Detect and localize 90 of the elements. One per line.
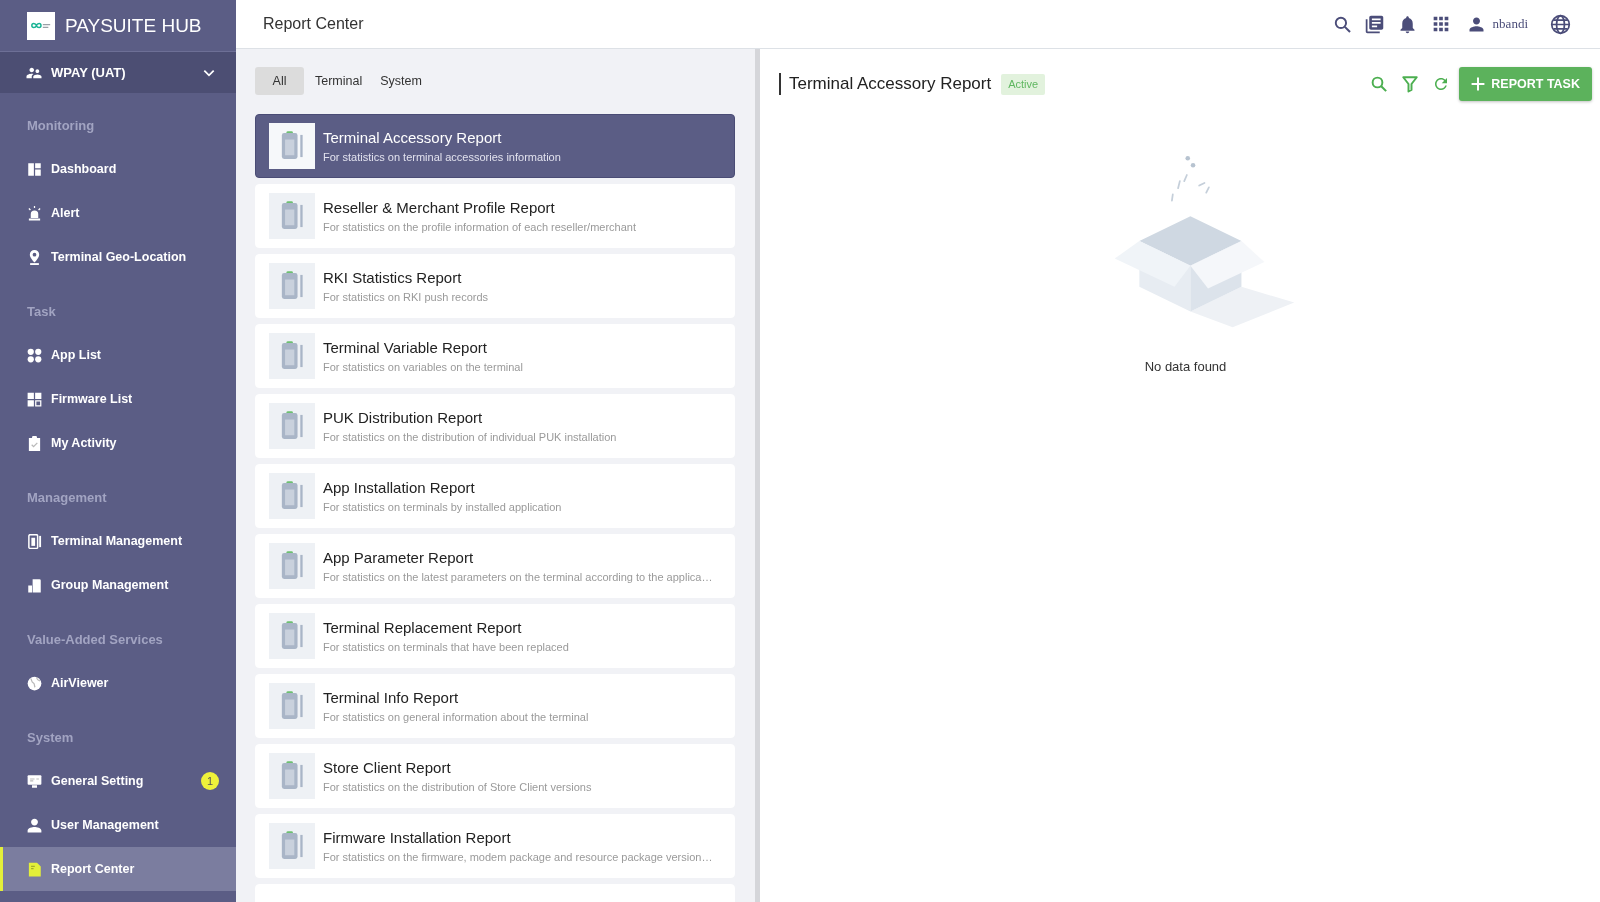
report-title: App Installation Report: [323, 478, 476, 498]
report-title: Terminal Accessory Report: [323, 128, 503, 148]
report-card[interactable]: Reseller & Merchant Profile Report For statistics on the profile information of each reseller/merchant: [255, 184, 735, 249]
report-description: For statistics on the distribution of Store Client versions: [323, 780, 592, 795]
report-card[interactable]: Terminal Info Report For statistics on general information about the terminal: [255, 674, 735, 739]
report-title: Store Client Report: [323, 758, 452, 778]
report-card[interactable]: App Installation Report For statistics on terminals by installed application: [255, 464, 735, 529]
document-icon: [27, 861, 42, 877]
device-icon: [269, 263, 315, 310]
monitor-icon: [27, 773, 42, 789]
nav-item[interactable]: User Management: [0, 803, 236, 847]
device-icon: [269, 753, 315, 800]
device-icon: [27, 533, 42, 549]
nav-item[interactable]: Dashboard: [0, 147, 236, 191]
report-card[interactable]: PUK Distribution Report For statistics on the distribution of individual PUK installation: [255, 394, 735, 459]
device-icon: [269, 823, 315, 870]
report-card[interactable]: Terminal Replacement Report For statistics on terminals that have been replaced: [255, 604, 735, 669]
nav-item[interactable]: My Activity: [0, 421, 236, 465]
count-badge: 1: [201, 772, 219, 790]
report-card[interactable]: Terminal Accessory Report For statistics on terminal accessories information: [255, 114, 735, 179]
section-heading: System: [26, 729, 75, 747]
device-icon: [269, 473, 315, 520]
grid-icon: [27, 391, 42, 407]
section-heading: Task: [26, 303, 57, 321]
report-card[interactable]: RKI Statistics Report For statistics on RKI push records: [255, 254, 735, 319]
brand-name: PAYSUITE HUB: [65, 13, 202, 38]
section-heading: Management: [26, 489, 108, 507]
report-description: For statistics on terminals by installed application: [323, 500, 562, 515]
globe-icon[interactable]: [1550, 13, 1571, 35]
nav-item[interactable]: AirViewer: [0, 661, 236, 705]
device-icon: [269, 613, 315, 660]
device-icon: [269, 403, 315, 450]
nav-item[interactable]: Report Center: [0, 847, 236, 891]
page-title: Report Center: [263, 14, 364, 35]
report-description: For statistics on terminal accessories information: [323, 150, 561, 165]
logo-icon: [27, 11, 55, 40]
report-description: For statistics on the latest parameters on the terminal according to the applica…: [323, 570, 713, 585]
report-card[interactable]: Store Client Report For statistics on the distribution of Store Client versions: [255, 744, 735, 809]
report-card[interactable]: App Parameter Report For statistics on the latest parameters on the terminal according to the applica…: [255, 534, 735, 599]
report-title: Terminal Info Report: [323, 688, 460, 708]
filter-tab[interactable]: All: [255, 67, 304, 96]
nav-item[interactable]: Terminal Management: [0, 519, 236, 563]
report-title: Firmware Installation Report: [323, 828, 512, 848]
nav-item[interactable]: Firmware List: [0, 377, 236, 421]
report-description: For statistics on the profile information of each reseller/merchant: [323, 220, 637, 235]
nav-item[interactable]: Terminal Geo-Location: [0, 235, 236, 279]
nav-item[interactable]: Alert: [0, 191, 236, 235]
report-description: For statistics on the firmware, modem package and resource package version…: [323, 850, 713, 865]
report-title: PUK Distribution Report: [323, 408, 484, 428]
section-heading: Value-Added Services: [26, 631, 164, 649]
clipboard-icon: [27, 435, 42, 451]
nav-item[interactable]: App List: [0, 333, 236, 377]
panel-title: Terminal Accessory Report: [779, 73, 992, 96]
report-card[interactable]: Terminal Variable Report For statistics on variables on the terminal: [255, 324, 735, 389]
search-icon[interactable]: [1332, 14, 1352, 34]
status-badge: Active: [1001, 73, 1046, 95]
device-icon: [269, 683, 315, 730]
report-card[interactable]: Firmware Installation Report For statistics on the firmware, modem package and resource package version…: [255, 814, 735, 879]
report-title: RKI Statistics Report: [323, 268, 463, 288]
device-icon: [269, 543, 315, 590]
report-title: Terminal Variable Report: [323, 338, 488, 358]
four-dots-icon: [27, 347, 42, 363]
user-name[interactable]: nbandi: [1492, 14, 1528, 34]
siren-icon: [27, 205, 42, 221]
tiles-icon: [27, 161, 42, 177]
device-icon: [269, 333, 315, 380]
report-title: App Parameter Report: [323, 548, 475, 568]
filter-tab[interactable]: Terminal: [308, 67, 370, 96]
blocks-icon: [27, 577, 42, 593]
report-description: For statistics on the distribution of individual PUK installation: [323, 430, 617, 445]
filter-icon[interactable]: [1401, 75, 1420, 94]
report-description: For statistics on variables on the terminal: [323, 360, 523, 375]
org-selector[interactable]: WPAY (UAT): [0, 52, 236, 93]
report-title: Terminal Replacement Report: [323, 618, 523, 638]
person-icon: [27, 817, 42, 833]
report-description: For statistics on general information about the terminal: [323, 710, 589, 725]
empty-message: No data found: [1144, 359, 1227, 376]
filter-tab[interactable]: System: [373, 67, 429, 96]
device-icon: [269, 123, 315, 170]
report-description: For statistics on RKI push records: [323, 290, 489, 305]
report-description: For statistics on terminals that have been replaced: [323, 640, 569, 655]
report-title: Reseller & Merchant Profile Report: [323, 198, 556, 218]
globe-icon: [27, 675, 42, 691]
pin-icon: [27, 249, 42, 265]
plus-icon: [1471, 77, 1486, 92]
section-heading: Monitoring: [26, 117, 96, 135]
device-icon: [269, 193, 315, 240]
nav-item[interactable]: Group Management: [0, 563, 236, 607]
nav-item[interactable]: General Setting 1: [0, 759, 236, 803]
documents-icon[interactable]: [1363, 13, 1385, 35]
